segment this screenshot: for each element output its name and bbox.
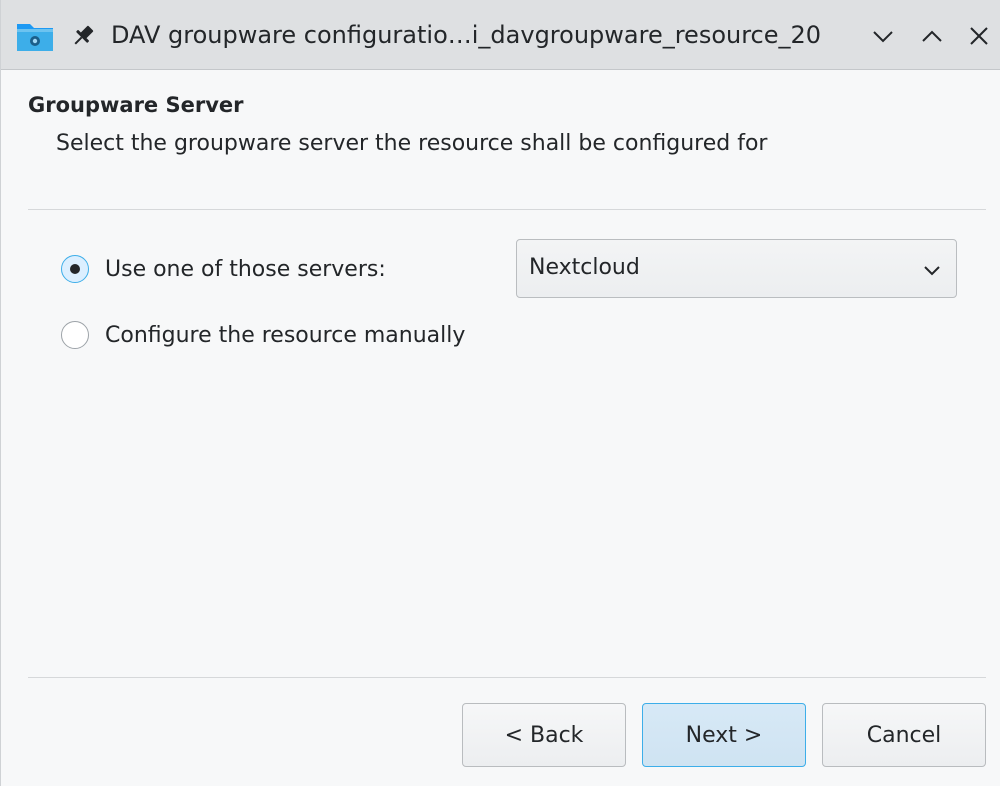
page-title: Groupware Server — [28, 93, 244, 117]
server-select[interactable]: Nextcloud — [516, 239, 957, 298]
chevron-down-icon — [922, 260, 942, 280]
manual-config-label[interactable]: Configure the resource manually — [105, 323, 465, 348]
radio-dot — [70, 264, 80, 274]
use-server-radio[interactable] — [61, 255, 89, 283]
wizard-window: DAV groupware configuratio…i_davgroupwar… — [0, 0, 1000, 786]
manual-config-radio[interactable] — [61, 321, 89, 349]
footer-divider — [28, 677, 986, 678]
next-button[interactable]: Next > — [642, 703, 806, 767]
minimize-chevron-down-icon[interactable] — [869, 22, 897, 50]
page-subtitle: Select the groupware server the resource… — [56, 131, 768, 156]
close-icon[interactable] — [965, 22, 993, 50]
use-server-label[interactable]: Use one of those servers: — [105, 257, 386, 282]
manual-config-radio-row[interactable]: Configure the resource manually — [61, 318, 465, 352]
use-server-radio-row[interactable]: Use one of those servers: — [61, 252, 386, 286]
folder-icon — [15, 20, 55, 53]
maximize-chevron-up-icon[interactable] — [918, 22, 946, 50]
window-title: DAV groupware configuratio…i_davgroupwar… — [111, 21, 822, 49]
cancel-button[interactable]: Cancel — [822, 703, 986, 767]
pin-icon[interactable] — [69, 22, 97, 50]
server-select-value: Nextcloud — [529, 255, 640, 280]
back-button[interactable]: < Back — [462, 703, 626, 767]
title-bar[interactable]: DAV groupware configuratio…i_davgroupwar… — [1, 0, 1000, 70]
header-divider — [28, 209, 986, 210]
